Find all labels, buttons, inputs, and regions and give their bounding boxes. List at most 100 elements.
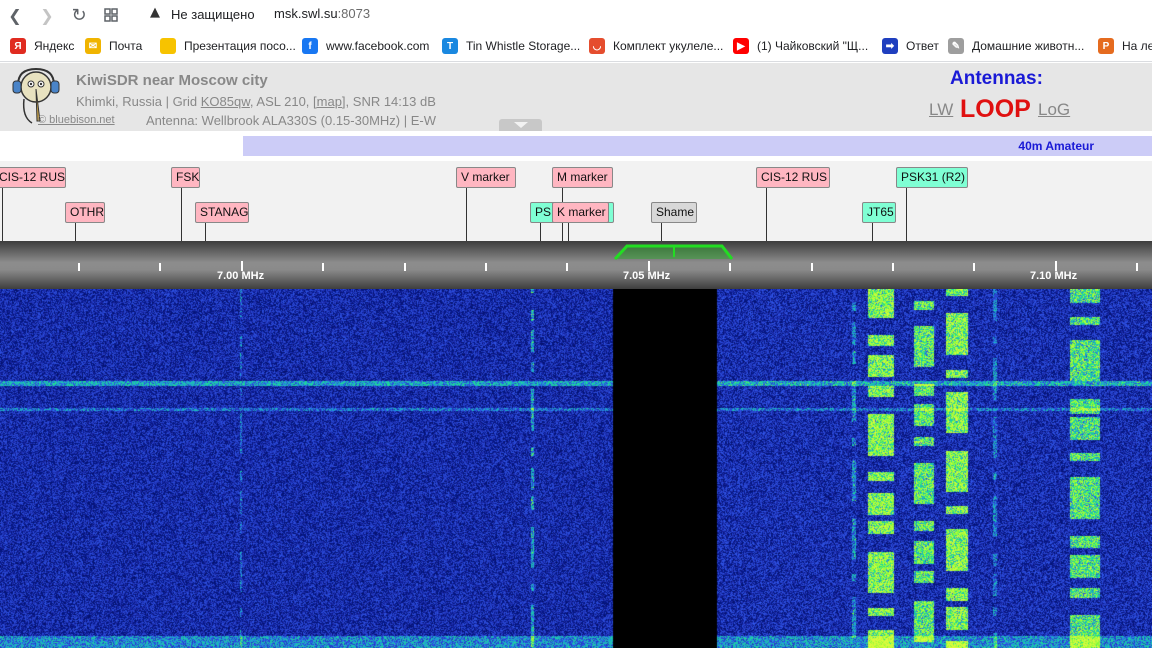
dx-marker-label[interactable]: PSK31 (R2) — [896, 167, 968, 188]
youtube-icon: ▶ — [733, 38, 749, 54]
marker-line — [661, 223, 662, 241]
antenna-info: Antenna: Wellbrook ALA330S (0.15-30MHz) … — [146, 113, 436, 128]
bookmark-item[interactable]: ◡ Комплект укулеле... — [589, 38, 723, 54]
scale-tick — [566, 263, 568, 271]
bookmark-item[interactable]: ✎ Домашние животн... — [948, 38, 1084, 54]
bookmarks-bar: Я Яндекс ✉ Почта Презентация посо... f www.fac… — [0, 30, 1152, 62]
apps-grid-icon[interactable] — [100, 4, 122, 26]
dx-marker-area: CIS-12 RUS FSK V marker M marker CIS-12 RUS P… — [0, 161, 1152, 241]
bookmark-label: (1) Чайковский "Щ... — [757, 39, 869, 53]
slides-icon — [160, 38, 176, 54]
site-location: Khimki, Russia | Grid KO85qw, ASL 210, [… — [76, 94, 436, 109]
snr-text: , SNR 14:13 dB — [345, 94, 436, 109]
antenna-log-link[interactable]: LoG — [1038, 100, 1070, 120]
arrow-icon: ➡ — [882, 38, 898, 54]
bookmark-label: Комплект укулеле... — [613, 39, 724, 53]
scale-tick — [404, 263, 406, 271]
freq-label-7-00: 7.00 MHz — [217, 270, 265, 282]
antenna-lw-link[interactable]: LW — [929, 100, 953, 120]
marker-line — [2, 188, 3, 241]
marker-line — [181, 188, 182, 241]
bookmark-label: www.facebook.com — [326, 39, 430, 53]
marker-line — [75, 223, 76, 241]
bookmark-label: Ответ — [906, 39, 939, 53]
dx-marker-label[interactable]: FSK — [171, 167, 200, 188]
scale-tick — [973, 263, 975, 271]
asl-text: , ASL 210, — [249, 94, 314, 109]
scale-tick — [78, 263, 80, 271]
scale-tick — [159, 263, 161, 271]
band-label: 40m Amateur — [1018, 139, 1094, 153]
dx-marker-label[interactable]: K marker — [552, 202, 609, 223]
forward-icon[interactable]: ❯ — [36, 4, 58, 26]
bookmark-label: На ле — [1122, 39, 1152, 53]
marker-line — [540, 223, 541, 241]
scale-tick — [1136, 263, 1138, 271]
dx-marker-label[interactable]: Shame — [651, 202, 697, 223]
url-host: msk.swl.su — [274, 6, 338, 21]
scale-tick — [892, 263, 894, 271]
chevron-down-icon — [513, 122, 528, 128]
freq-label-7-05: 7.05 MHz — [623, 270, 671, 282]
mail-icon: ✉ — [85, 38, 101, 54]
dx-marker-label[interactable]: CIS-12 RUS — [0, 167, 66, 188]
marker-line — [466, 188, 467, 241]
scale-tick — [811, 263, 813, 271]
dx-marker-label[interactable]: V marker — [456, 167, 516, 188]
site-title: KiwiSDR near Moscow city — [76, 72, 268, 89]
dx-marker-label[interactable]: JT65 — [862, 202, 896, 223]
dx-marker-label[interactable]: STANAG — [195, 202, 249, 223]
freq-label-7-10: 7.10 MHz — [1030, 270, 1078, 282]
collapse-header-button[interactable] — [499, 119, 542, 131]
warning-icon[interactable]: ▲ — [150, 6, 164, 20]
frequency-scale[interactable]: 7.00 MHz 7.05 MHz 7.10 MHz — [0, 241, 1152, 289]
bookmark-item[interactable]: T Tin Whistle Storage... — [442, 38, 580, 54]
reload-icon[interactable]: ↻ — [68, 4, 90, 26]
bookmark-label: Домашние животн... — [972, 39, 1085, 53]
facebook-icon: f — [302, 38, 318, 54]
bookmark-item[interactable]: Презентация посо... — [160, 38, 296, 54]
antennas-title: Antennas: — [950, 68, 1043, 89]
bookmark-item[interactable]: f www.facebook.com — [302, 38, 429, 54]
url-port: :8073 — [337, 6, 371, 21]
bookmark-label: Яндекс — [34, 39, 75, 53]
band-bar-row: 40m Amateur — [0, 131, 1152, 161]
bookmark-item[interactable]: P На ле — [1098, 38, 1152, 54]
scale-tick — [485, 263, 487, 271]
bookmark-item[interactable]: Я Яндекс — [10, 38, 74, 54]
waterfall-display[interactable] — [0, 289, 1152, 648]
scale-tick — [729, 263, 731, 271]
waterfall-canvas[interactable] — [0, 289, 1152, 648]
bookmark-icon: P — [1098, 38, 1114, 54]
browser-address-bar: ❮ ❯ ↻ ▲ Не защищено msk.swl.su:8073 — [0, 0, 1152, 30]
scale-ticks — [78, 244, 1138, 271]
marker-line — [205, 223, 206, 241]
tinwhistle-icon: T — [442, 38, 458, 54]
dx-marker-label[interactable]: M marker — [552, 167, 613, 188]
marker-line — [872, 223, 873, 241]
kiwi-header: KiwiSDR near Moscow city Khimki, Russia … — [0, 63, 1152, 131]
back-icon[interactable]: ❮ — [4, 4, 26, 26]
band-bar-40m[interactable]: 40m Amateur — [243, 136, 1152, 156]
location-text: Khimki, Russia | Grid — [76, 94, 201, 109]
bookmark-label: Tin Whistle Storage... — [466, 39, 581, 53]
shop-icon: ◡ — [589, 38, 605, 54]
marker-line — [568, 223, 569, 241]
dx-marker-label[interactable]: CIS-12 RUS — [756, 167, 830, 188]
bookmark-item[interactable]: ➡ Ответ — [882, 38, 939, 54]
bookmark-item[interactable]: ✉ Почта — [85, 38, 142, 54]
map-link[interactable]: [map] — [313, 94, 346, 109]
notepad-icon: ✎ — [948, 38, 964, 54]
bookmark-label: Почта — [109, 39, 143, 53]
url-field[interactable]: msk.swl.su:8073 — [274, 6, 370, 21]
scale-tick — [322, 263, 324, 271]
dx-marker-label[interactable]: OTHR — [65, 202, 105, 223]
grid-link[interactable]: KO85qw — [201, 94, 250, 109]
copyright-link[interactable]: © bluebison.net — [38, 114, 115, 126]
yandex-icon: Я — [10, 38, 26, 54]
security-status[interactable]: Не защищено — [171, 7, 255, 22]
antenna-loop-link[interactable]: LOOP — [960, 95, 1031, 124]
bookmark-item[interactable]: ▶ (1) Чайковский "Щ... — [733, 38, 868, 54]
bookmark-label: Презентация посо... — [184, 39, 296, 53]
marker-line — [766, 188, 767, 241]
